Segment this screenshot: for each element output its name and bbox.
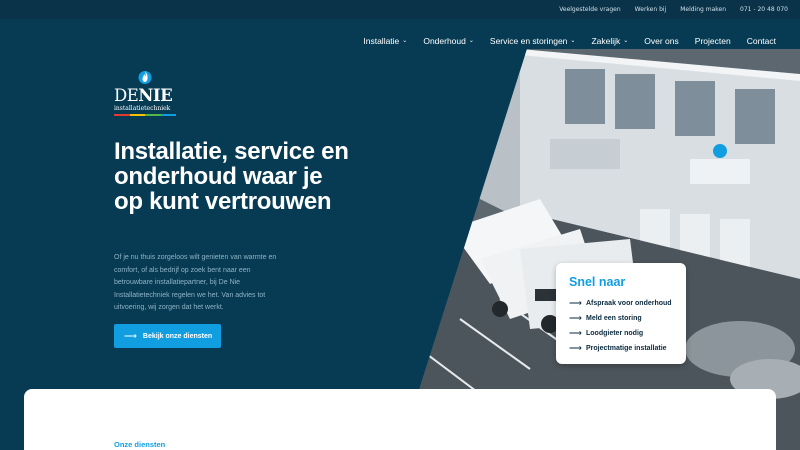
arrow-right-icon: ⟶ (569, 298, 582, 308)
nav-item-label: Contact (746, 36, 776, 46)
main-nav: Installatie ⌄ Onderhoud ⌄ Service en sto… (363, 36, 776, 46)
logo-stripe-red (114, 114, 130, 116)
logo-wordmark: DENIE (114, 86, 173, 105)
topbar-link-report[interactable]: Melding maken (680, 6, 726, 13)
nav-item-label: Installatie (363, 36, 400, 46)
quick-link-label: Meld een storing (586, 315, 642, 322)
nav-item-label: Onderhoud (423, 36, 466, 46)
nav-item-label: Zakelijk (591, 36, 621, 46)
nav-item-over-ons[interactable]: Over ons (644, 36, 679, 46)
nav-item-label: Service en storingen (489, 36, 568, 46)
logo-stripe-yellow (129, 114, 145, 116)
arrow-right-icon: ⟶ (569, 343, 582, 353)
quick-links-card: Snel naar ⟶ Afspraak voor onderhoud ⟶ Me… (556, 263, 686, 364)
arrow-right-icon: ⟶ (124, 330, 137, 341)
topbar-link-careers[interactable]: Werken bij (635, 6, 667, 13)
arrow-right-icon: ⟶ (569, 313, 582, 323)
quick-link-plumber[interactable]: ⟶ Loodgieter nodig (569, 326, 674, 341)
topbar-link-faq[interactable]: Veelgestelde vragen (559, 6, 620, 13)
logo-stripe-blue (160, 114, 176, 116)
hero-photo (400, 19, 800, 450)
chevron-down-icon: ⌄ (570, 37, 576, 44)
nav-item-label: Over ons (644, 36, 679, 46)
quick-link-report-fault[interactable]: ⟶ Meld een storing (569, 311, 674, 326)
topbar: Veelgestelde vragen Werken bij Melding m… (0, 0, 800, 19)
hero-headline: Installatie, service en onderhoud waar j… (114, 138, 349, 215)
nav-item-installatie[interactable]: Installatie ⌄ (363, 36, 407, 46)
topbar-link-phone[interactable]: 071 - 20 48 070 (740, 6, 788, 13)
logo-subtitle: installatietechniek (114, 105, 171, 112)
quick-link-label: Projectmatige installatie (586, 345, 667, 352)
nav-item-zakelijk[interactable]: Zakelijk ⌄ (591, 36, 628, 46)
nav-item-label: Projecten (694, 36, 731, 46)
nav-item-service[interactable]: Service en storingen ⌄ (490, 36, 576, 46)
logo-brand-light: DE (114, 86, 139, 105)
logo-brand-bold: NIE (138, 86, 173, 105)
quick-link-label: Loodgieter nodig (586, 330, 644, 337)
quick-link-project[interactable]: ⟶ Projectmatige installatie (569, 341, 674, 356)
flame-icon (138, 71, 152, 84)
arrow-right-icon: ⟶ (569, 328, 582, 338)
logo[interactable]: DENIE installatietechniek (114, 68, 178, 120)
chevron-down-icon: ⌄ (623, 37, 629, 44)
nav-item-onderhoud[interactable]: Onderhoud ⌄ (423, 36, 474, 46)
hero-intro: Of je nu thuis zorgeloos wilt genieten v… (114, 254, 277, 311)
nav-item-projecten[interactable]: Projecten (695, 36, 731, 46)
chevron-down-icon: ⌄ (468, 37, 474, 44)
services-eyebrow: Onze diensten (114, 440, 166, 449)
quick-link-maintenance[interactable]: ⟶ Afspraak voor onderhoud (569, 296, 674, 311)
chevron-down-icon: ⌄ (402, 37, 408, 44)
view-services-label: Bekijk onze diensten (142, 332, 213, 340)
services-section: Onze diensten (24, 389, 776, 450)
view-services-button[interactable]: ⟶ Bekijk onze diensten (114, 324, 221, 348)
logo-stripe-green (145, 114, 161, 116)
nav-item-contact[interactable]: Contact (747, 36, 776, 46)
logo-stripe (114, 114, 176, 116)
quick-link-label: Afspraak voor onderhoud (586, 300, 672, 307)
quick-links-title: Snel naar (569, 275, 626, 289)
